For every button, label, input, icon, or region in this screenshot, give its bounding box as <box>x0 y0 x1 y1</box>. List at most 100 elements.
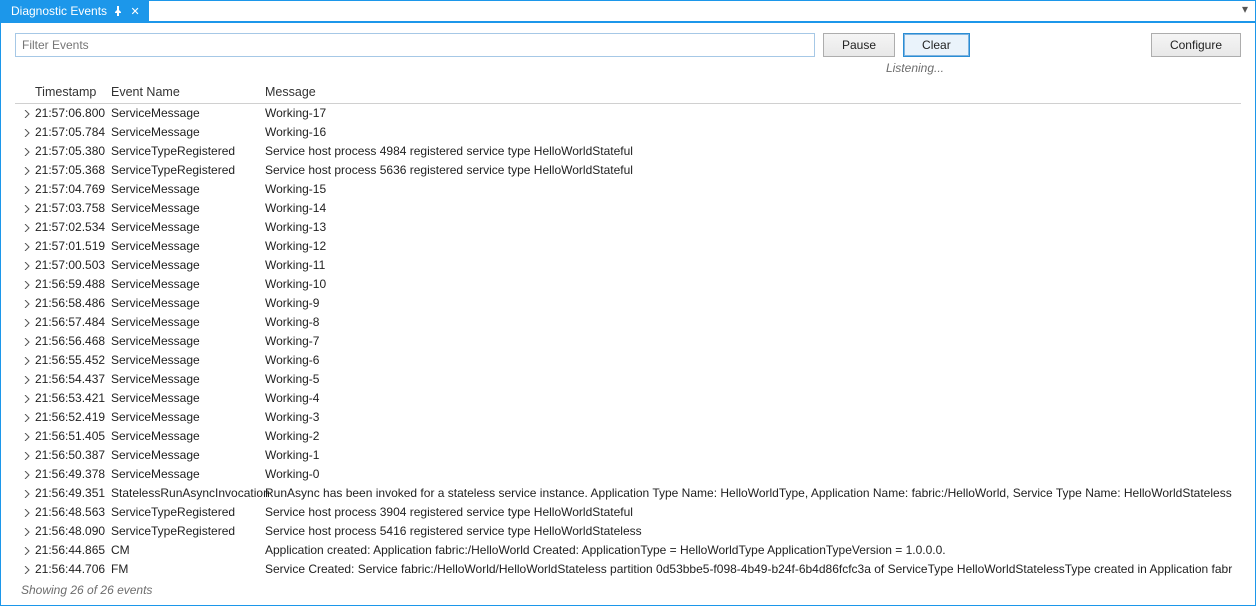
cell-message: Working-9 <box>265 295 1241 312</box>
expand-icon[interactable] <box>19 167 35 175</box>
cell-timestamp: 21:56:55.452 <box>35 352 111 369</box>
cell-timestamp: 21:56:56.468 <box>35 333 111 350</box>
cell-message: Working-13 <box>265 219 1241 236</box>
column-header-event-name[interactable]: Event Name <box>111 85 265 99</box>
expand-icon[interactable] <box>19 243 35 251</box>
table-row[interactable]: 21:56:51.405ServiceMessageWorking-2 <box>15 427 1241 446</box>
expand-icon[interactable] <box>19 338 35 346</box>
expand-icon[interactable] <box>19 224 35 232</box>
cell-message: Service Created: Service fabric:/HelloWo… <box>265 561 1241 577</box>
pin-icon[interactable] <box>113 6 123 16</box>
table-row[interactable]: 21:56:53.421ServiceMessageWorking-4 <box>15 389 1241 408</box>
cell-timestamp: 21:56:49.378 <box>35 466 111 483</box>
cell-timestamp: 21:56:53.421 <box>35 390 111 407</box>
table-row[interactable]: 21:57:05.368ServiceTypeRegisteredService… <box>15 161 1241 180</box>
cell-timestamp: 21:56:51.405 <box>35 428 111 445</box>
cell-message: Working-17 <box>265 105 1241 122</box>
table-row[interactable]: 21:56:58.486ServiceMessageWorking-9 <box>15 294 1241 313</box>
cell-message: Working-8 <box>265 314 1241 331</box>
expand-icon[interactable] <box>19 205 35 213</box>
table-row[interactable]: 21:57:04.769ServiceMessageWorking-15 <box>15 180 1241 199</box>
cell-event-name: ServiceMessage <box>111 428 265 445</box>
cell-event-name: ServiceTypeRegistered <box>111 143 265 160</box>
expand-icon[interactable] <box>19 357 35 365</box>
expand-icon[interactable] <box>19 129 35 137</box>
expand-icon[interactable] <box>19 471 35 479</box>
cell-message: Working-3 <box>265 409 1241 426</box>
cell-event-name: ServiceMessage <box>111 200 265 217</box>
close-icon[interactable]: ✕ <box>129 5 141 17</box>
cell-timestamp: 21:56:44.865 <box>35 542 111 559</box>
expand-icon[interactable] <box>19 490 35 498</box>
table-row[interactable]: 21:56:48.563ServiceTypeRegisteredService… <box>15 503 1241 522</box>
table-row[interactable]: 21:56:48.090ServiceTypeRegisteredService… <box>15 522 1241 541</box>
column-header-message[interactable]: Message <box>265 85 1241 99</box>
expand-icon[interactable] <box>19 528 35 536</box>
table-row[interactable]: 21:56:56.468ServiceMessageWorking-7 <box>15 332 1241 351</box>
cell-timestamp: 21:56:50.387 <box>35 447 111 464</box>
cell-message: Working-4 <box>265 390 1241 407</box>
table-row[interactable]: 21:56:50.387ServiceMessageWorking-1 <box>15 446 1241 465</box>
expand-icon[interactable] <box>19 433 35 441</box>
table-row[interactable]: 21:56:54.437ServiceMessageWorking-5 <box>15 370 1241 389</box>
cell-timestamp: 21:56:48.563 <box>35 504 111 521</box>
expand-icon[interactable] <box>19 547 35 555</box>
cell-message: Working-12 <box>265 238 1241 255</box>
grid-body[interactable]: 21:57:06.800ServiceMessageWorking-1721:5… <box>15 104 1241 577</box>
cell-timestamp: 21:56:59.488 <box>35 276 111 293</box>
table-row[interactable]: 21:57:05.784ServiceMessageWorking-16 <box>15 123 1241 142</box>
cell-timestamp: 21:56:49.351 <box>35 485 111 502</box>
expand-icon[interactable] <box>19 148 35 156</box>
tab-diagnostic-events[interactable]: Diagnostic Events ✕ <box>1 1 149 21</box>
table-row[interactable]: 21:56:44.706FMService Created: Service f… <box>15 560 1241 577</box>
table-row[interactable]: 21:56:57.484ServiceMessageWorking-8 <box>15 313 1241 332</box>
table-row[interactable]: 21:57:06.800ServiceMessageWorking-17 <box>15 104 1241 123</box>
expand-icon[interactable] <box>19 566 35 574</box>
tab-title: Diagnostic Events <box>11 4 107 18</box>
pause-button[interactable]: Pause <box>823 33 895 57</box>
cell-event-name: ServiceMessage <box>111 371 265 388</box>
table-row[interactable]: 21:57:01.519ServiceMessageWorking-12 <box>15 237 1241 256</box>
expand-icon[interactable] <box>19 110 35 118</box>
configure-button[interactable]: Configure <box>1151 33 1241 57</box>
cell-event-name: ServiceMessage <box>111 447 265 464</box>
expand-icon[interactable] <box>19 414 35 422</box>
cell-event-name: ServiceMessage <box>111 257 265 274</box>
filter-events-input[interactable] <box>15 33 815 57</box>
toolbar: Pause Clear Configure <box>1 23 1255 61</box>
cell-event-name: ServiceMessage <box>111 295 265 312</box>
cell-message: Working-7 <box>265 333 1241 350</box>
column-header-timestamp[interactable]: Timestamp <box>35 85 111 99</box>
table-row[interactable]: 21:56:59.488ServiceMessageWorking-10 <box>15 275 1241 294</box>
clear-button[interactable]: Clear <box>903 33 970 57</box>
table-row[interactable]: 21:57:05.380ServiceTypeRegisteredService… <box>15 142 1241 161</box>
table-row[interactable]: 21:56:52.419ServiceMessageWorking-3 <box>15 408 1241 427</box>
table-row[interactable]: 21:56:49.351StatelessRunAsyncInvocationR… <box>15 484 1241 503</box>
cell-event-name: ServiceMessage <box>111 352 265 369</box>
cell-message: Working-16 <box>265 124 1241 141</box>
cell-message: Working-10 <box>265 276 1241 293</box>
expand-icon[interactable] <box>19 395 35 403</box>
expand-icon[interactable] <box>19 452 35 460</box>
cell-timestamp: 21:56:58.486 <box>35 295 111 312</box>
cell-timestamp: 21:56:48.090 <box>35 523 111 540</box>
expand-icon[interactable] <box>19 281 35 289</box>
cell-event-name: StatelessRunAsyncInvocation <box>111 485 265 502</box>
expand-icon[interactable] <box>19 186 35 194</box>
table-row[interactable]: 21:57:03.758ServiceMessageWorking-14 <box>15 199 1241 218</box>
table-row[interactable]: 21:57:02.534ServiceMessageWorking-13 <box>15 218 1241 237</box>
expand-icon[interactable] <box>19 262 35 270</box>
table-row[interactable]: 21:56:55.452ServiceMessageWorking-6 <box>15 351 1241 370</box>
expand-icon[interactable] <box>19 300 35 308</box>
table-row[interactable]: 21:56:44.865CMApplication created: Appli… <box>15 541 1241 560</box>
expand-icon[interactable] <box>19 376 35 384</box>
table-row[interactable]: 21:56:49.378ServiceMessageWorking-0 <box>15 465 1241 484</box>
window-menu-dropdown-icon[interactable]: ▾ <box>1239 3 1251 15</box>
cell-timestamp: 21:57:06.800 <box>35 105 111 122</box>
cell-event-name: ServiceTypeRegistered <box>111 504 265 521</box>
cell-message: Service host process 5636 registered ser… <box>265 162 1241 179</box>
table-row[interactable]: 21:57:00.503ServiceMessageWorking-11 <box>15 256 1241 275</box>
cell-message: Working-15 <box>265 181 1241 198</box>
expand-icon[interactable] <box>19 509 35 517</box>
expand-icon[interactable] <box>19 319 35 327</box>
